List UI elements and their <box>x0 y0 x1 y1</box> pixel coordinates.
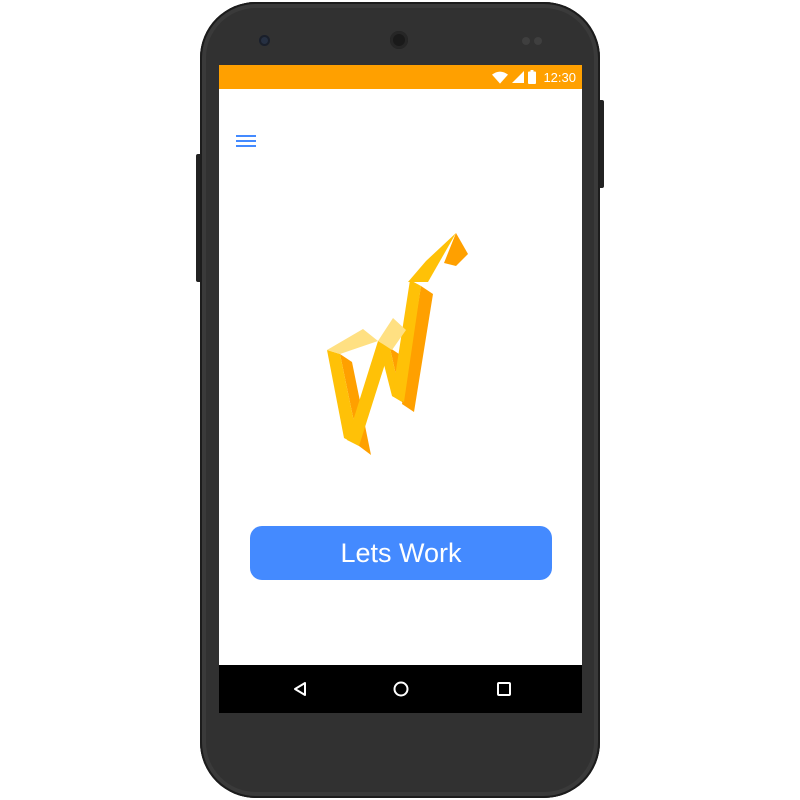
hamburger-menu-button[interactable] <box>235 131 257 151</box>
back-button[interactable] <box>288 677 312 701</box>
device-mockup: 12:30 Lets Work <box>0 0 800 800</box>
status-time: 12:30 <box>543 69 576 85</box>
recents-icon <box>497 682 511 696</box>
rising-arrow-logo <box>322 230 477 455</box>
light-sensor <box>534 37 542 45</box>
navigation-bar <box>219 665 582 713</box>
battery-icon <box>524 70 537 84</box>
proximity-sensor <box>522 37 530 45</box>
front-camera <box>390 31 408 49</box>
wifi-icon <box>488 71 509 84</box>
back-icon <box>294 682 306 696</box>
front-sensor <box>259 35 270 46</box>
app-screen: 12:30 Lets Work <box>219 65 582 713</box>
home-button[interactable] <box>389 677 413 701</box>
lets-work-button[interactable]: Lets Work <box>250 526 552 580</box>
recents-button[interactable] <box>492 677 516 701</box>
hamburger-menu-icon <box>236 135 256 147</box>
home-icon <box>393 681 409 697</box>
status-bar: 12:30 <box>219 65 582 89</box>
signal-icon <box>508 71 525 83</box>
